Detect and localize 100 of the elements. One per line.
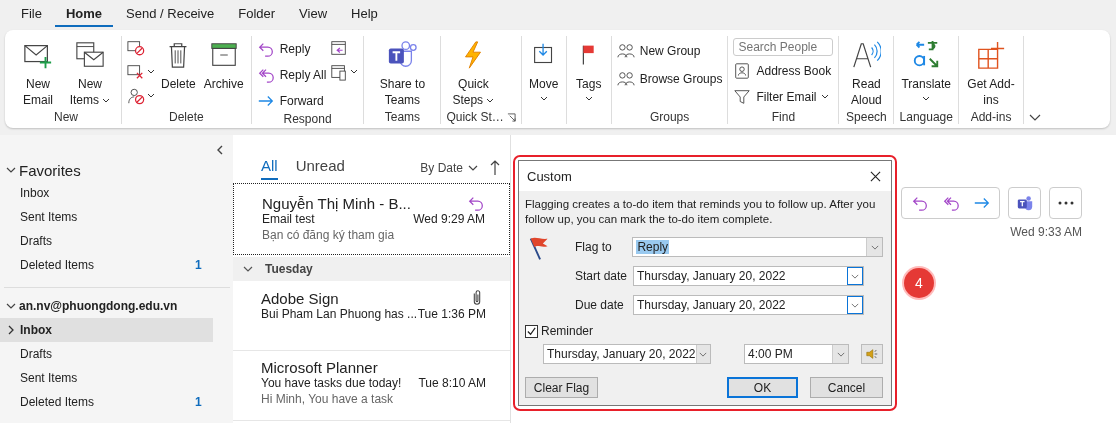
clean-up-button[interactable]: [127, 62, 155, 82]
caret-icon: [836, 351, 845, 357]
reminder-checkbox[interactable]: [525, 324, 538, 338]
folder-item[interactable]: Drafts: [0, 342, 213, 366]
caret-icon: [486, 97, 495, 104]
dialog-button[interactable]: OK: [727, 377, 798, 398]
checkmark-icon: [526, 325, 537, 337]
group-label: Groups: [649, 110, 690, 124]
reminder-date-combo[interactable]: Thursday, January 20, 2022: [543, 344, 711, 364]
ribbon-tab[interactable]: Folder: [227, 1, 287, 27]
flag-to-combo[interactable]: Reply: [632, 237, 883, 257]
up-arrow-icon[interactable]: [490, 160, 500, 176]
subject-text: Email test: [262, 212, 315, 226]
filter-email-button[interactable]: Filter Email: [733, 86, 834, 108]
calendar-envelope-icon: [75, 40, 105, 70]
dropdown-button[interactable]: [695, 345, 710, 363]
sort-button[interactable]: By Date: [420, 161, 478, 175]
ribbon-tab[interactable]: Send / Receive: [115, 1, 226, 27]
group-label: Find: [771, 110, 796, 124]
share-to-teams-button[interactable]: Share to Teams: [369, 36, 436, 110]
message-item[interactable]: Adobe Sign Bui Pham Lan Phuong has ...Tue 1:36 PM: [233, 281, 510, 351]
due-date-combo[interactable]: Thursday, January 20, 2022: [633, 295, 864, 315]
caret-icon: [350, 69, 359, 75]
caret-icon: [468, 165, 478, 171]
close-icon[interactable]: [870, 170, 881, 182]
chevron-left-icon[interactable]: [217, 145, 223, 155]
folder-item[interactable]: Deleted Items 1: [0, 253, 213, 277]
reply-button[interactable]: Reply: [256, 38, 327, 60]
sender-name: Microsoft Planner: [261, 359, 378, 376]
message-item[interactable]: Nguyễn Thị Minh - B... Email test Wed 9:29 AM Bạn có đăng ký tham gia: [233, 183, 510, 255]
section-title: Favorites: [19, 161, 81, 179]
ribbon-tab[interactable]: Home: [54, 1, 114, 27]
chevron-down-icon[interactable]: [1029, 114, 1042, 122]
translate-button[interactable]: Translate: [899, 36, 954, 104]
address-book-icon: [733, 62, 752, 80]
field-label: Flag to: [575, 240, 613, 254]
new-email-button[interactable]: New Email: [16, 36, 60, 110]
junk-button[interactable]: [127, 86, 155, 106]
dialog-title: Custom: [527, 168, 572, 184]
filter-tab[interactable]: All: [261, 156, 278, 180]
quick-steps-button[interactable]: Quick Steps: [446, 36, 501, 110]
folder-item[interactable]: Inbox: [0, 318, 213, 342]
date-group-header[interactable]: Tuesday: [233, 257, 510, 281]
teams-icon: [387, 40, 418, 70]
ribbon-tab[interactable]: View: [288, 1, 339, 27]
get-add-ins-button[interactable]: Get Add-ins: [964, 36, 1019, 110]
reply-all-button[interactable]: Reply All: [256, 64, 327, 86]
folder-item[interactable]: Inbox: [0, 181, 213, 205]
dropdown-button[interactable]: [847, 267, 863, 285]
search-people-field[interactable]: Search People: [733, 38, 834, 56]
new-items-button[interactable]: New Items: [64, 36, 116, 110]
start-date-combo[interactable]: Thursday, January 20, 2022: [633, 266, 864, 286]
ribbon-tab[interactable]: File: [10, 1, 53, 27]
address-book-button[interactable]: Address Book: [733, 60, 834, 82]
description-text: Flagging creates a to-do item that reminds you to follow up. After you follow up, you can mark the to-do item complete.: [525, 197, 877, 227]
archive-button[interactable]: Archive: [201, 36, 246, 94]
caret-icon: [699, 351, 708, 357]
dialog-button[interactable]: Clear Flag: [525, 377, 598, 398]
envelope-x-icon: [127, 63, 145, 81]
people-icon: [616, 42, 635, 60]
account-header[interactable]: an.nv@phuongdong.edu.vn: [0, 294, 233, 318]
reminder-time-combo[interactable]: 4:00 PM: [744, 344, 850, 364]
dialog-button[interactable]: Cancel: [810, 377, 883, 398]
folder-item[interactable]: Sent Items: [0, 205, 213, 229]
folder-item[interactable]: Deleted Items 1: [0, 390, 213, 414]
caret-icon: [102, 97, 111, 104]
grid-plus-icon: [976, 40, 1007, 70]
person-block-icon: [127, 87, 145, 105]
browse-groups-button[interactable]: Browse Groups: [616, 68, 723, 90]
dialog-launcher-icon[interactable]: [506, 112, 516, 122]
envelope-block-icon: [127, 39, 145, 57]
folder-item[interactable]: Drafts: [0, 229, 213, 253]
tags-button[interactable]: Tags: [571, 36, 606, 104]
caret-icon: [821, 94, 830, 100]
teams-button[interactable]: [1008, 187, 1041, 219]
sender-name: Adobe Sign: [261, 289, 339, 307]
caret-icon: [851, 302, 859, 308]
field-label: Due date: [575, 298, 625, 312]
calendar-phone-icon: [330, 63, 349, 81]
message-item[interactable]: Microsoft Planner You have tasks due today! Tue 8:10 AM Hi Minh, You have a task: [233, 351, 510, 421]
more-respond-button[interactable]: [330, 62, 359, 82]
new-group-button[interactable]: New Group: [616, 40, 723, 62]
group-label: Speech: [846, 110, 887, 124]
received-time: Wed 9:29 AM: [413, 212, 485, 226]
filter-tab[interactable]: Unread: [295, 156, 345, 180]
step-badge: 4: [904, 268, 934, 298]
favorites-header[interactable]: Favorites: [0, 159, 233, 181]
dropdown-button[interactable]: [847, 296, 863, 314]
ribbon-tab[interactable]: Help: [340, 1, 389, 27]
reply-arrow-icon: [256, 40, 275, 58]
caret-icon: [584, 96, 593, 102]
preview-text: Hi Minh, You have a task: [261, 392, 395, 406]
group-label: Add-ins: [970, 110, 1012, 124]
reply-arrow-icon: [910, 194, 929, 212]
forward-button[interactable]: Forward: [256, 90, 327, 112]
move-button[interactable]: Move: [526, 36, 561, 104]
delete-button[interactable]: Delete: [159, 36, 198, 94]
received-time: Tue 1:36 PM: [417, 307, 486, 321]
read-aloud-button[interactable]: Read Aloud: [844, 36, 889, 110]
folder-item[interactable]: Sent Items: [0, 366, 213, 390]
